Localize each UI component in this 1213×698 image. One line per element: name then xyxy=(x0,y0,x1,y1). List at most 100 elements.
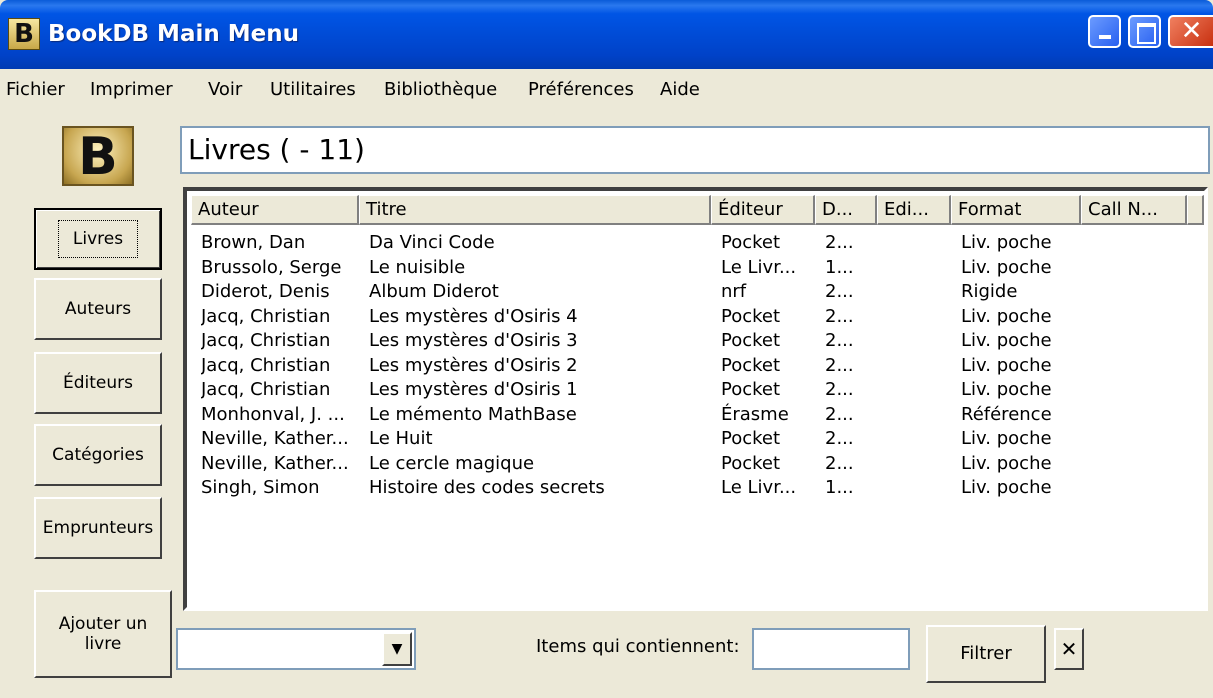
bookdb-logo-icon: B xyxy=(62,126,134,186)
cell-auteur: Jacq, Christian xyxy=(201,305,331,327)
cell-titre: Album Diderot xyxy=(369,281,499,302)
table-row[interactable]: Diderot, Denis Album Diderot nrf 2... Rigide xyxy=(187,280,1204,304)
table-row[interactable]: Jacq, Christian Les mystères d'Osiris 4 Po… xyxy=(187,305,1204,329)
table-row[interactable]: Brussolo, Serge Le nuisible Le Livr... 1...… xyxy=(187,256,1204,280)
cell-format: Liv. poche xyxy=(961,477,1052,498)
cell-format: Référence xyxy=(961,403,1052,425)
app-logo-icon: B xyxy=(8,18,40,50)
cell-editeur: Pocket xyxy=(721,305,781,327)
cell-date: 2... xyxy=(825,452,854,474)
title-bar[interactable]: B BookDB Main Menu ✕ xyxy=(0,0,1213,69)
cell-editeur: Le Livr... xyxy=(721,477,797,498)
column-header-date[interactable]: D... xyxy=(815,195,877,225)
cell-editeur: Pocket xyxy=(721,379,781,400)
cell-date: 2... xyxy=(825,305,854,327)
cell-titre: Les mystères d'Osiris 4 xyxy=(369,305,578,327)
cell-auteur: Neville, Kather... xyxy=(201,452,349,474)
cell-editeur: Pocket xyxy=(721,452,781,474)
filter-button[interactable]: Filtrer xyxy=(926,625,1046,683)
cell-titre: Le nuisible xyxy=(369,256,466,278)
cell-format: Rigide xyxy=(961,281,1018,302)
cell-auteur: Jacq, Christian xyxy=(201,379,331,400)
cell-date: 2... xyxy=(825,330,854,351)
add-book-label-1: Ajouter un xyxy=(58,614,148,634)
sidebar-button-editeurs[interactable]: Éditeurs xyxy=(34,352,162,414)
field-select[interactable]: ▼ xyxy=(176,628,416,670)
column-header-filler xyxy=(1187,195,1204,225)
maximize-icon xyxy=(1137,23,1156,44)
table-row[interactable]: Jacq, Christian Les mystères d'Osiris 2 Po… xyxy=(187,354,1204,378)
menu-fichier[interactable]: Fichier xyxy=(6,79,65,101)
cell-format: Liv. poche xyxy=(961,379,1052,400)
cell-date: 2... xyxy=(825,281,854,302)
cell-format: Liv. poche xyxy=(961,232,1052,253)
column-header-edition[interactable]: Edi... xyxy=(877,195,951,225)
add-book-button[interactable]: Ajouter un livre xyxy=(34,590,172,678)
cell-editeur: Pocket xyxy=(721,354,781,376)
add-book-label-2: livre xyxy=(84,634,122,654)
sidebar-label: Catégories xyxy=(52,445,144,465)
sidebar-button-auteurs[interactable]: Auteurs xyxy=(34,278,162,340)
column-header-titre[interactable]: Titre xyxy=(359,195,711,225)
books-list[interactable]: Auteur Titre Éditeur D... Edi... Format … xyxy=(183,187,1208,611)
cell-format: Liv. poche xyxy=(961,305,1052,327)
cell-editeur: nrf xyxy=(721,281,747,302)
menu-imprimer[interactable]: Imprimer xyxy=(90,79,173,101)
window-title: BookDB Main Menu xyxy=(48,21,299,47)
cell-format: Liv. poche xyxy=(961,452,1052,474)
cell-auteur: Brown, Dan xyxy=(201,232,306,253)
cell-date: 2... xyxy=(825,232,854,253)
cell-titre: Le cercle magique xyxy=(369,452,535,474)
clear-icon: ✕ xyxy=(1060,637,1078,661)
dropdown-arrow-icon[interactable]: ▼ xyxy=(382,632,412,666)
cell-auteur: Jacq, Christian xyxy=(201,354,331,376)
sidebar-button-categories[interactable]: Catégories xyxy=(34,424,162,486)
maximize-button[interactable] xyxy=(1128,15,1161,48)
table-row[interactable]: Jacq, Christian Les mystères d'Osiris 1 Po… xyxy=(187,378,1204,402)
cell-editeur: Érasme xyxy=(721,403,789,425)
menu-aide[interactable]: Aide xyxy=(660,79,700,101)
cell-date: 1... xyxy=(825,477,854,498)
cell-titre: Da Vinci Code xyxy=(369,232,495,253)
menu-utilitaires[interactable]: Utilitaires xyxy=(270,79,356,101)
menu-bibliotheque[interactable]: Bibliothèque xyxy=(384,79,497,101)
cell-titre: Les mystères d'Osiris 1 xyxy=(369,379,578,400)
cell-editeur: Pocket xyxy=(721,330,781,351)
close-icon: ✕ xyxy=(1180,16,1203,46)
menu-bar: Fichier Imprimer Voir Utilitaires Biblio… xyxy=(0,73,1213,107)
table-row[interactable]: Singh, Simon Histoire des codes secrets Le… xyxy=(187,476,1204,500)
menu-voir[interactable]: Voir xyxy=(208,79,242,101)
cell-editeur: Pocket xyxy=(721,232,781,253)
list-header: Auteur Titre Éditeur D... Edi... Format … xyxy=(187,195,1204,225)
table-row[interactable]: Jacq, Christian Les mystères d'Osiris 3 Po… xyxy=(187,329,1204,353)
sidebar-button-livres[interactable]: Livres xyxy=(34,208,162,270)
cell-editeur: Pocket xyxy=(721,428,781,449)
table-row[interactable]: Neville, Kather... Le Huit Pocket 2... Liv. … xyxy=(187,427,1204,451)
cell-date: 2... xyxy=(825,403,854,425)
table-row[interactable]: Brown, Dan Da Vinci Code Pocket 2... Liv. po… xyxy=(187,231,1204,255)
cell-date: 2... xyxy=(825,354,854,376)
page-title: Livres ( - 11) xyxy=(180,126,1210,174)
cell-titre: Les mystères d'Osiris 3 xyxy=(369,330,578,351)
cell-format: Liv. poche xyxy=(961,428,1052,449)
column-header-editeur[interactable]: Éditeur xyxy=(711,195,815,225)
menu-preferences[interactable]: Préférences xyxy=(528,79,634,101)
sidebar-label: Éditeurs xyxy=(62,373,133,393)
close-button[interactable]: ✕ xyxy=(1168,15,1213,48)
cell-date: 1... xyxy=(825,256,854,278)
cell-titre: Les mystères d'Osiris 2 xyxy=(369,354,578,376)
table-row[interactable]: Monhonval, J. ... Le mémento MathBase Éras… xyxy=(187,403,1204,427)
cell-format: Liv. poche xyxy=(961,256,1052,278)
cell-auteur: Singh, Simon xyxy=(201,477,320,498)
minimize-button[interactable] xyxy=(1088,15,1121,48)
clear-filter-button[interactable]: ✕ xyxy=(1054,628,1084,670)
cell-auteur: Diderot, Denis xyxy=(201,281,330,302)
sidebar-button-emprunteurs[interactable]: Emprunteurs xyxy=(34,497,162,559)
column-header-format[interactable]: Format xyxy=(951,195,1081,225)
filter-input[interactable] xyxy=(752,628,910,670)
table-row[interactable]: Neville, Kather... Le cercle magique Pocke… xyxy=(187,452,1204,476)
column-header-auteur[interactable]: Auteur xyxy=(191,195,359,225)
sidebar-label: Auteurs xyxy=(64,299,132,319)
minimize-icon xyxy=(1099,35,1111,39)
column-header-call-number[interactable]: Call N... xyxy=(1081,195,1187,225)
